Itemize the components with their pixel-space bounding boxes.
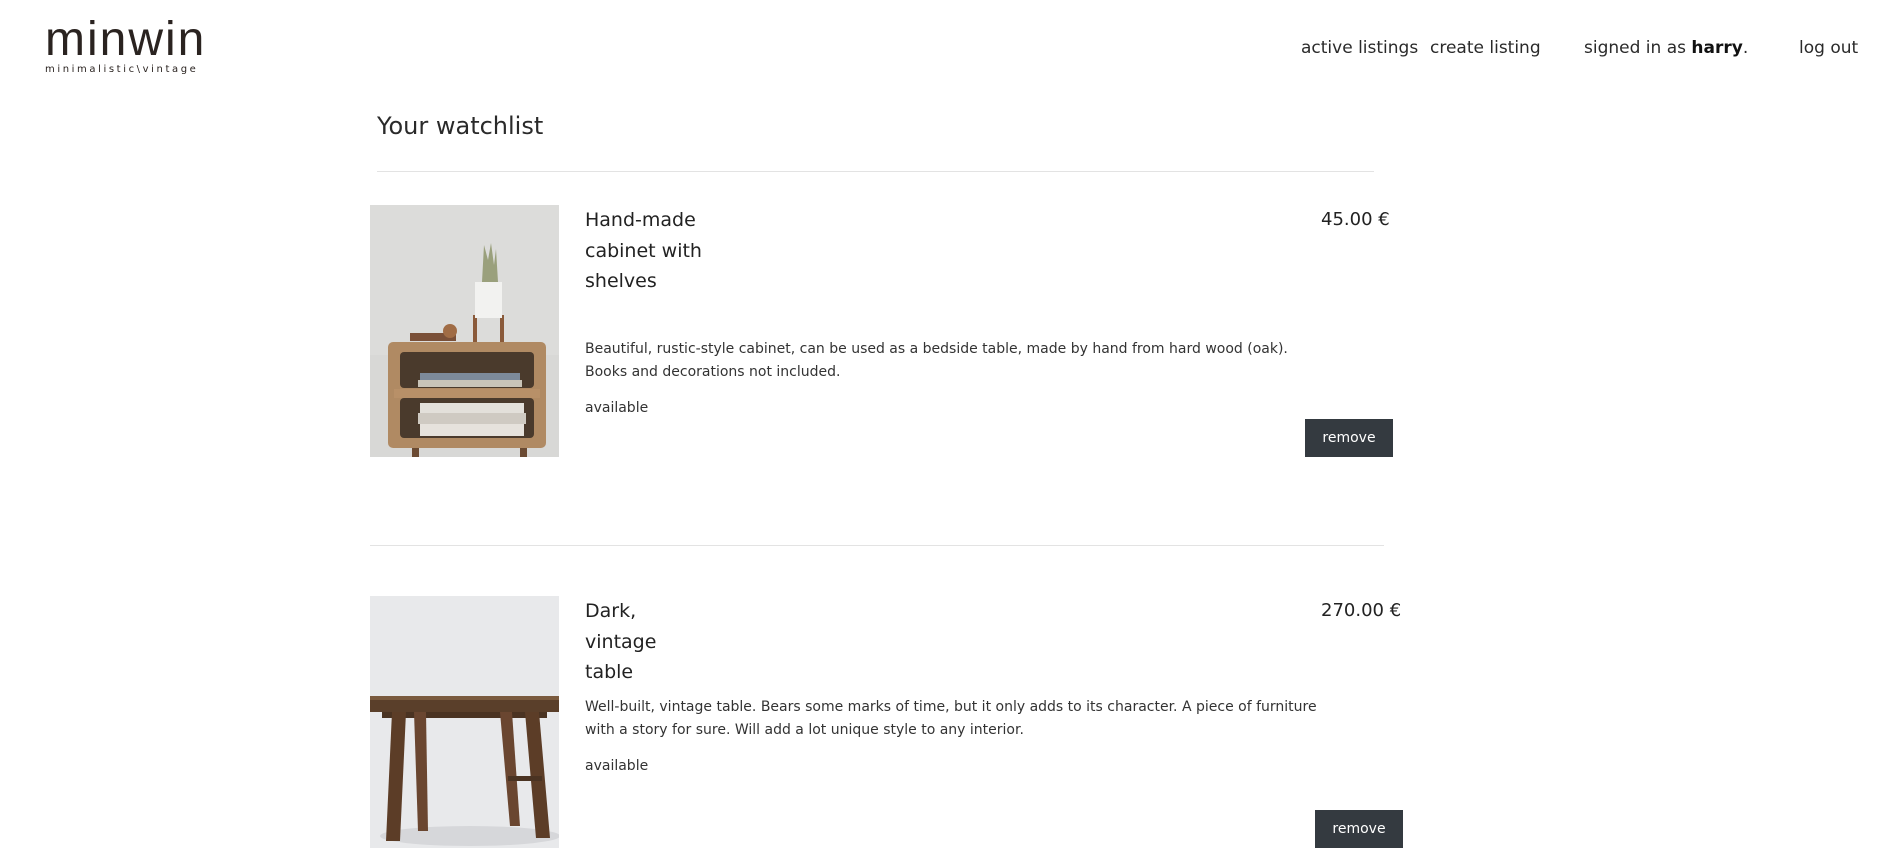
- signed-in-username: harry: [1691, 38, 1743, 58]
- item-title[interactable]: Hand-made cabinet with shelves: [585, 205, 705, 297]
- logo-tagline: minimalistic\vintage: [45, 64, 199, 75]
- signed-in-suffix: .: [1742, 38, 1749, 58]
- logo-wordmark: minwin: [45, 13, 207, 66]
- site-logo[interactable]: minwin minimalistic\vintage: [45, 13, 215, 76]
- signed-in-status: signed in as harry.: [1584, 36, 1748, 60]
- remove-button[interactable]: remove: [1315, 810, 1403, 848]
- table-photo[interactable]: [370, 596, 559, 848]
- nav-create-listing-link[interactable]: create listing: [1430, 36, 1541, 60]
- cabinet-photo[interactable]: [370, 205, 559, 457]
- item-divider: [370, 545, 1384, 546]
- item-status: available: [585, 400, 649, 416]
- cabinet-illustration: [370, 205, 559, 457]
- title-divider: [377, 171, 1374, 172]
- item-title[interactable]: Dark, vintage table: [585, 596, 705, 688]
- table-illustration: [370, 596, 559, 848]
- item-description: Beautiful, rustic-style cabinet, can be …: [585, 341, 1288, 380]
- item-price: 270.00 €: [1321, 600, 1402, 621]
- item-status: available: [585, 758, 649, 774]
- signed-in-prefix: signed in as: [1584, 38, 1686, 58]
- watchlist-item: Dark, vintage table 270.00 € Well-built,…: [370, 596, 1403, 848]
- item-price: 45.00 €: [1321, 209, 1390, 230]
- item-description: Well-built, vintage table. Bears some ma…: [585, 699, 1317, 738]
- remove-button[interactable]: remove: [1305, 419, 1393, 457]
- watchlist-item: Hand-made cabinet with shelves 45.00 € B…: [370, 205, 1400, 457]
- nav-active-listings-link[interactable]: active listings: [1301, 36, 1418, 60]
- nav-log-out-link[interactable]: log out: [1799, 36, 1858, 60]
- page-title: Your watchlist: [377, 112, 544, 140]
